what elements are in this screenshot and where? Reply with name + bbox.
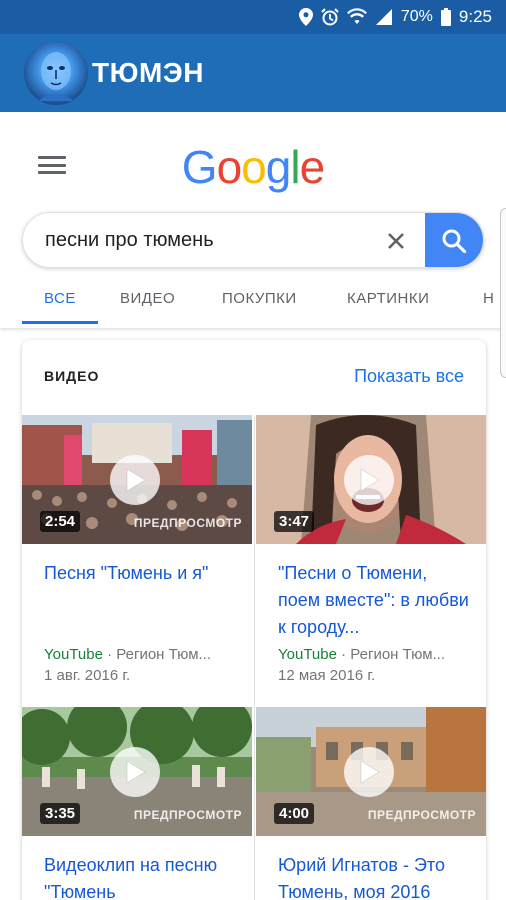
video-result[interactable]: 2:54 ПРЕДПРОСМОТР Песня "Тюмень и я" You… xyxy=(22,415,252,705)
video-title[interactable]: "Песни о Тюмени, поем вместе": в любви к… xyxy=(278,560,474,641)
search-box: песни про тюмень xyxy=(22,212,484,268)
video-title[interactable]: Видеоклип на песню "Тюмень xyxy=(44,852,240,900)
video-duration: 3:47 xyxy=(274,511,315,532)
battery-icon xyxy=(440,8,451,26)
google-logo[interactable]: Google xyxy=(0,140,506,194)
play-button[interactable] xyxy=(110,747,160,797)
preview-label: ПРЕДПРОСМОТР xyxy=(133,808,242,822)
video-thumbnail[interactable]: 2:54 ПРЕДПРОСМОТР xyxy=(22,415,252,544)
wifi-icon xyxy=(346,8,367,24)
play-icon xyxy=(360,468,380,492)
preview-label: ПРЕДПРОСМОТР xyxy=(133,516,242,530)
video-duration: 3:35 xyxy=(40,803,81,824)
close-icon xyxy=(388,233,404,249)
video-thumbnail[interactable]: 3:35 ПРЕДПРОСМОТР xyxy=(22,707,252,836)
google-header: Google песни про тюмень ВСЕ ВИДЕО ПОКУПК… xyxy=(0,112,506,328)
active-tab-indicator xyxy=(22,321,98,324)
show-all-link[interactable]: Показать все xyxy=(354,366,464,387)
search-button[interactable] xyxy=(425,213,483,267)
tab-news[interactable]: Н xyxy=(483,284,494,328)
preview-label: ПРЕДПРОСМОТР xyxy=(367,808,476,822)
video-duration: 4:00 xyxy=(274,803,315,824)
card-title: ВИДЕО xyxy=(44,368,100,384)
video-source: YouTube xyxy=(278,646,337,663)
tab-video[interactable]: ВИДЕО xyxy=(120,284,175,328)
play-icon xyxy=(360,760,380,784)
tab-images[interactable]: КАРТИНКИ xyxy=(347,284,429,328)
video-date: 12 мая 2016 г. xyxy=(278,667,376,684)
clear-search-button[interactable] xyxy=(381,226,411,256)
face-icon xyxy=(38,52,74,101)
video-result[interactable]: 4:00 ПРЕДПРОСМОТР Юрий Игнатов - Это Тюм… xyxy=(256,707,486,900)
signal-icon xyxy=(375,9,392,25)
video-channel: · Регион Тюм... xyxy=(336,646,446,663)
video-result[interactable]: 3:35 ПРЕДПРОСМОТР Видеоклип на песню "Тю… xyxy=(22,707,252,900)
app-bar: ТЮМЭН xyxy=(0,34,506,112)
search-icon xyxy=(442,229,467,254)
video-title[interactable]: Юрий Игнатов - Это Тюмень, моя 2016 xyxy=(278,852,474,900)
battery-percent: 70% xyxy=(400,8,433,25)
play-button[interactable] xyxy=(344,747,394,797)
status-bar: 70% 9:25 xyxy=(0,0,506,34)
play-button[interactable] xyxy=(344,455,394,505)
clock: 9:25 xyxy=(458,7,492,26)
app-title: ТЮМЭН xyxy=(92,57,204,88)
alarm-icon xyxy=(321,8,339,26)
video-thumbnail[interactable]: 4:00 ПРЕДПРОСМОТР xyxy=(256,707,486,836)
video-thumbnail[interactable]: 3:47 xyxy=(256,415,486,544)
video-source: YouTube xyxy=(44,646,103,663)
video-meta: YouTube · Регион Тюм... 1 авг. 2016 г. xyxy=(44,644,244,686)
play-icon xyxy=(126,468,146,492)
video-channel: · Регион Тюм... xyxy=(102,646,212,663)
column-divider xyxy=(254,707,255,900)
play-button[interactable] xyxy=(110,455,160,505)
column-divider xyxy=(254,415,255,705)
location-icon xyxy=(298,8,313,26)
video-date: 1 авг. 2016 г. xyxy=(44,667,131,684)
tab-shopping[interactable]: ПОКУПКИ xyxy=(222,284,297,328)
search-input[interactable]: песни про тюмень xyxy=(45,213,375,267)
video-results-card: ВИДЕО Показать все 2:54 ПРЕДПРОСМОТР Пес… xyxy=(22,340,486,900)
web-view: Google песни про тюмень ВСЕ ВИДЕО ПОКУПК… xyxy=(0,112,506,900)
app-logo-avatar xyxy=(24,41,88,105)
play-icon xyxy=(126,760,146,784)
video-duration: 2:54 xyxy=(40,511,81,532)
video-result[interactable]: 3:47 "Песни о Тюмени, поем вместе": в лю… xyxy=(256,415,486,705)
video-meta: YouTube · Регион Тюм... 12 мая 2016 г. xyxy=(278,644,478,686)
video-title[interactable]: Песня "Тюмень и я" xyxy=(44,560,240,587)
side-drawer-handle[interactable] xyxy=(500,208,506,378)
